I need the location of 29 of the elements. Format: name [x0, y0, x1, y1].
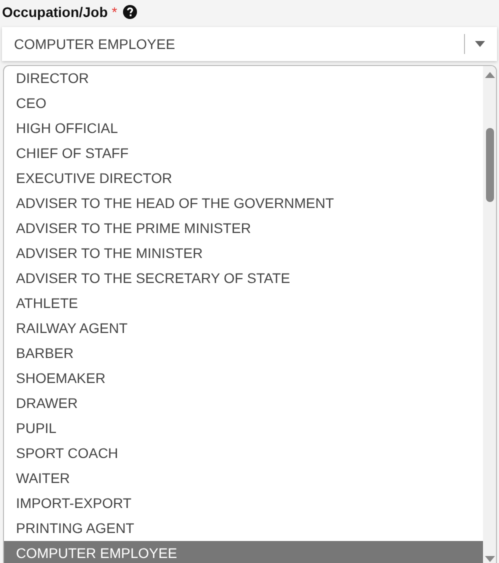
occupation-select[interactable]: COMPUTER EMPLOYEE — [2, 27, 497, 61]
dropdown-option[interactable]: COMPUTER EMPLOYEE — [4, 541, 483, 563]
dropdown-option[interactable]: ADVISER TO THE MINISTER — [4, 241, 483, 266]
dropdown-option[interactable]: ATHLETE — [4, 291, 483, 316]
scrollbar[interactable] — [483, 66, 496, 563]
dropdown-option[interactable]: PUPIL — [4, 416, 483, 441]
dropdown-option[interactable]: HIGH OFFICIAL — [4, 116, 483, 141]
dropdown-option[interactable]: SHOEMAKER — [4, 366, 483, 391]
dropdown-option[interactable]: ADVISER TO THE HEAD OF THE GOVERNMENT — [4, 191, 483, 216]
dropdown-option[interactable]: DIRECTOR — [4, 66, 483, 91]
scrollbar-thumb[interactable] — [486, 128, 494, 202]
scroll-down-icon[interactable] — [485, 556, 495, 562]
dropdown-option[interactable]: DRAWER — [4, 391, 483, 416]
dropdown-option[interactable]: CHIEF OF STAFF — [4, 141, 483, 166]
dropdown-option[interactable]: BARBER — [4, 341, 483, 366]
required-mark: * — [112, 4, 118, 20]
field-label: Occupation/Job — [2, 4, 108, 20]
dropdown-option[interactable]: ADVISER TO THE SECRETARY OF STATE — [4, 266, 483, 291]
dropdown-option[interactable]: CEO — [4, 91, 483, 116]
dropdown-option[interactable]: WAITER — [4, 466, 483, 491]
dropdown-option[interactable]: PRINTING AGENT — [4, 516, 483, 541]
dropdown-option[interactable]: SPORT COACH — [4, 441, 483, 466]
scroll-up-icon[interactable] — [485, 72, 495, 78]
dropdown-option[interactable]: ADVISER TO THE PRIME MINISTER — [4, 216, 483, 241]
caret-icon[interactable] — [475, 41, 485, 47]
help-icon[interactable] — [123, 5, 138, 19]
dropdown-option[interactable]: EXECUTIVE DIRECTOR — [4, 166, 483, 191]
dropdown-option[interactable]: IMPORT-EXPORT — [4, 491, 483, 516]
dropdown-option[interactable]: RAILWAY AGENT — [4, 316, 483, 341]
